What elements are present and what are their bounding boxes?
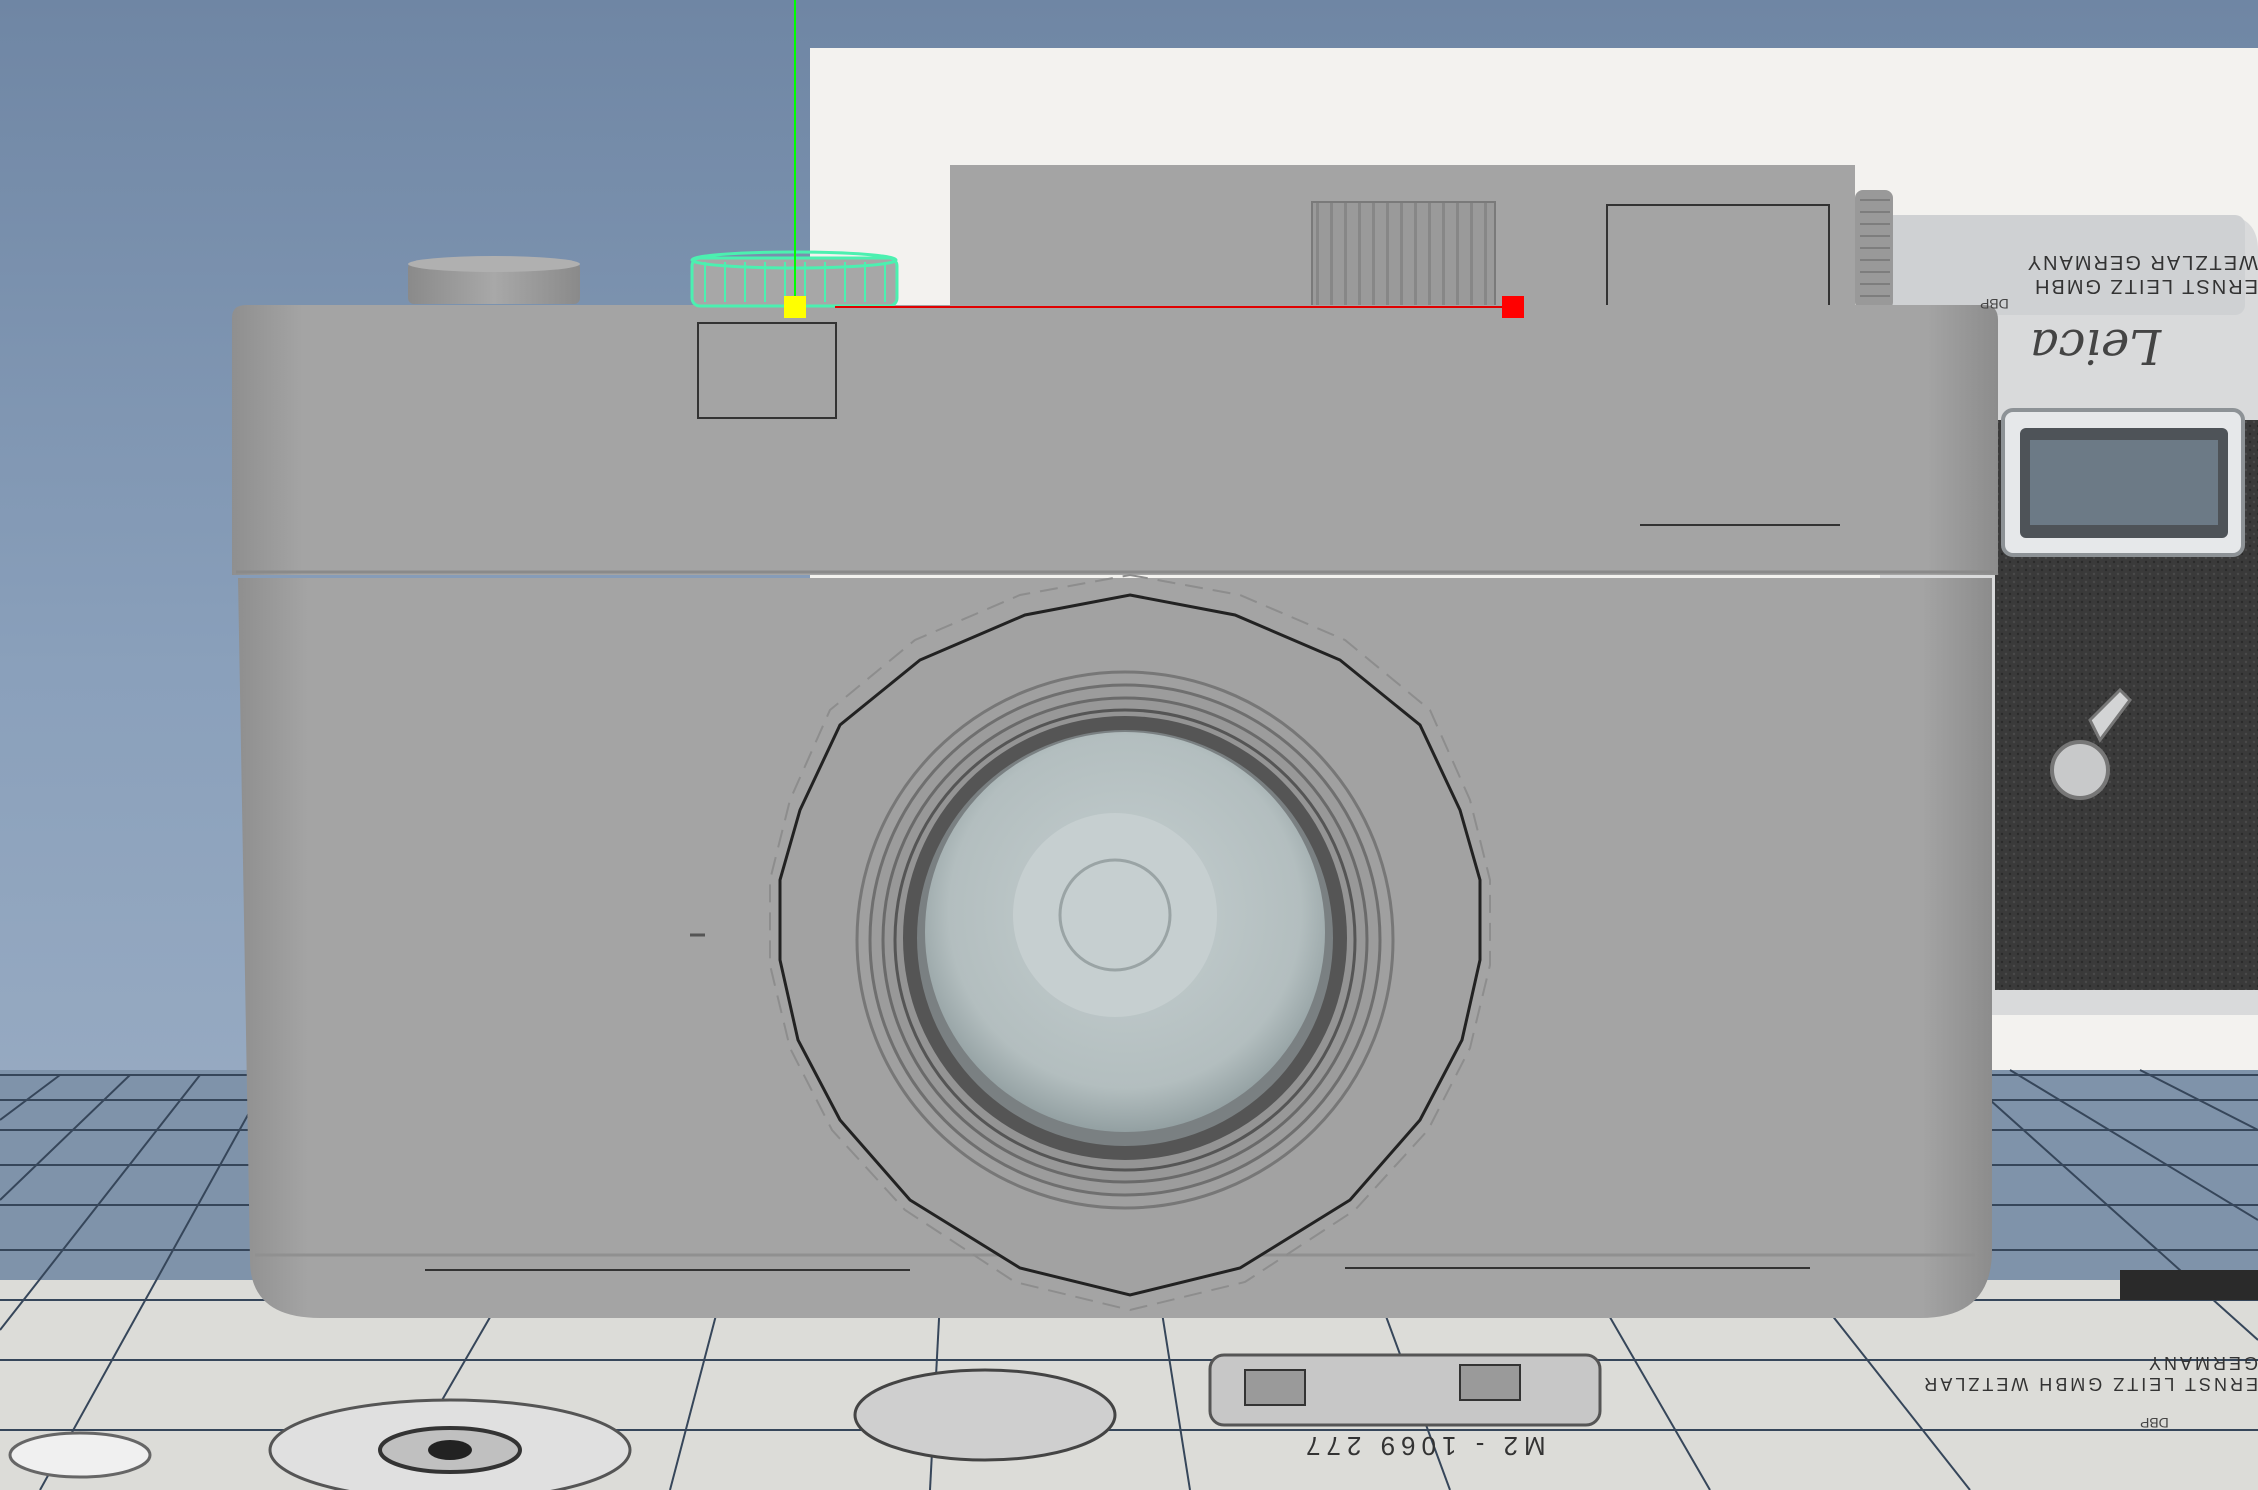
viewport-canvas[interactable] [0, 0, 2258, 1490]
top-plate[interactable] [232, 305, 1998, 575]
floor-engraving: ERNST LEITZ GMBH WETZLAR GERMANY [1921, 1353, 2258, 1394]
floor-serial-number: M2 - 1069 277 [1300, 1431, 1546, 1461]
x-axis-handle-tip[interactable] [1502, 296, 1524, 318]
engraving-dbp: DBP [1980, 296, 2009, 312]
engraving-line1: ERNST LEITZ GMBH [2033, 275, 2258, 297]
engraving-line2: WETZLAR GERMANY [2025, 251, 2258, 273]
pivot-handle[interactable] [784, 296, 806, 318]
reference-script-logo: Leica [2030, 318, 2162, 374]
floor-dbp: DBP [2140, 1415, 2169, 1431]
reference-engraving: ERNST LEITZ GMBH WETZLAR GERMANY [1898, 238, 2258, 298]
